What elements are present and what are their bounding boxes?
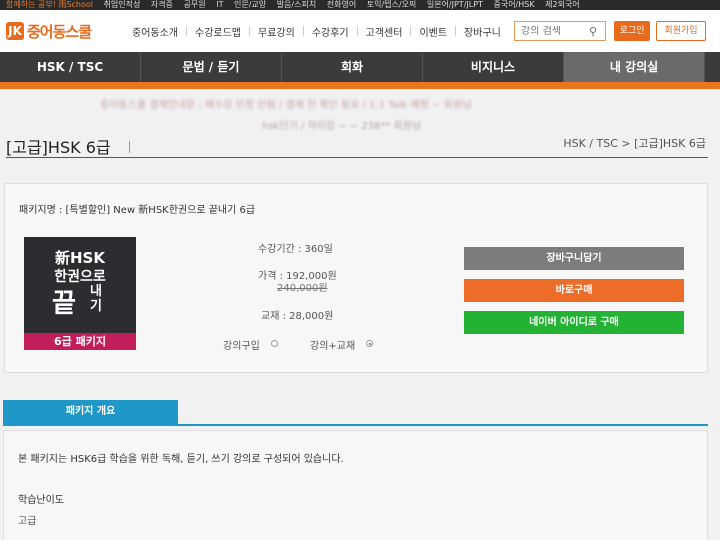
- topbar-item-it[interactable]: IT: [216, 0, 223, 9]
- textbook-price: 교재 : 28,000원: [261, 311, 334, 322]
- notice-line: hsk단기 / 하이킹 ~ ~ 238** 회원님: [262, 121, 422, 132]
- option-lecture-textbook-radio[interactable]: [366, 340, 373, 347]
- topbar-item-phone-english[interactable]: 전화영어: [327, 0, 356, 9]
- overview-underline: [3, 424, 708, 426]
- book-badge: 6급 패키지: [24, 333, 136, 350]
- naver-buy-button[interactable]: 네이버 아이디로 구매: [464, 311, 684, 334]
- notice-line: 중어동스쿨 결제안내문 : 재수강 인정 안됨 / 결제 전 확인 필요 / 1…: [100, 100, 472, 111]
- global-nav: 중어동소개 수강로드맵 무료강의 수강후기 고객센터 이벤트 장바구니: [124, 24, 509, 39]
- topbar-item-home[interactable]: 함께하는 공부! 雨School: [6, 0, 93, 9]
- topbar-item-humanities[interactable]: 인문/교양: [234, 0, 266, 9]
- gnb-item-cart[interactable]: 장바구니: [456, 24, 509, 39]
- option-lecture-label: 강의구입: [223, 341, 260, 352]
- course-period: 수강기간 : 360일: [258, 244, 333, 255]
- option-lecture-radio[interactable]: [271, 340, 278, 347]
- book-title-big: 끝: [52, 289, 76, 319]
- level-heading: 학습난이도: [18, 495, 64, 506]
- overview-tab[interactable]: 패키지 개요: [3, 400, 178, 424]
- overview-description: 본 패키지는 HSK6급 학습을 위한 독해, 듣기, 쓰기 강의로 구성되어 …: [18, 454, 344, 465]
- logo-text: 중어동스쿨: [27, 22, 92, 41]
- tab-business[interactable]: 비지니스: [423, 52, 564, 82]
- tab-my-classroom[interactable]: 내 강의실: [564, 52, 705, 82]
- add-to-cart-button[interactable]: 장바구니담기: [464, 247, 684, 270]
- package-name: 패키지명 : [특별할인] New 新HSK한권으로 끝내기 6급: [19, 205, 256, 216]
- gnb-item-reviews[interactable]: 수강후기: [304, 24, 357, 39]
- level-value: 고급: [18, 516, 37, 527]
- site-header: JK 중어동스쿨 중어동소개 수강로드맵 무료강의 수강후기 고객센터 이벤트 …: [0, 10, 720, 52]
- book-cover-image: 新HSK 한권으로 끝 내기 6급 패키지: [24, 237, 136, 350]
- search-box: ⚲: [514, 21, 606, 41]
- gnb-item-about[interactable]: 중어동소개: [124, 24, 186, 39]
- gnb-item-event[interactable]: 이벤트: [411, 24, 455, 39]
- book-title-small: 내기: [90, 284, 102, 314]
- breadcrumb: HSK / TSC > [고급]HSK 6급: [563, 137, 706, 150]
- top-utility-bar: 함께하는 공부! 雨School 취업인적성 자격증 공무원 IT 인문/교양 …: [0, 0, 720, 10]
- logo-mark-icon: JK: [6, 22, 24, 40]
- tab-conversation[interactable]: 회화: [282, 52, 423, 82]
- topbar-item-cert[interactable]: 자격증: [151, 0, 173, 9]
- page-title: [고급]HSK 6급: [6, 138, 111, 157]
- topbar-item-chinese[interactable]: 중국어/HSK: [493, 0, 534, 9]
- tab-grammar-listening[interactable]: 문법 / 듣기: [141, 52, 282, 82]
- tab-hsk-tsc[interactable]: HSK / TSC: [0, 52, 141, 82]
- main-nav: HSK / TSC 문법 / 듣기 회화 비지니스 내 강의실: [0, 52, 720, 82]
- topbar-item-japanese[interactable]: 일본어/JPT/JLPT: [427, 0, 483, 9]
- search-input[interactable]: [521, 25, 583, 37]
- search-icon[interactable]: ⚲: [583, 25, 603, 38]
- site-logo[interactable]: JK 중어동스쿨: [6, 21, 124, 42]
- gnb-item-free-lecture[interactable]: 무료강의: [250, 24, 303, 39]
- buy-now-button[interactable]: 바로구매: [464, 279, 684, 302]
- package-box: 패키지명 : [특별할인] New 新HSK한권으로 끝내기 6급 新HSK 한…: [4, 183, 708, 373]
- original-price: 240,000원: [277, 283, 328, 294]
- topbar-item-civil[interactable]: 공무원: [184, 0, 206, 9]
- login-button[interactable]: 로그인: [614, 21, 650, 41]
- title-divider: [129, 141, 130, 153]
- book-title-line1: 新HSK: [55, 249, 105, 267]
- gnb-item-support[interactable]: 고객센터: [358, 24, 411, 39]
- nav-accent-line: [0, 82, 720, 89]
- signup-button[interactable]: 회원가입: [656, 21, 706, 41]
- topbar-item-other-lang[interactable]: 제2외국어: [545, 0, 580, 9]
- title-underline: [6, 157, 708, 158]
- overview-content: 본 패키지는 HSK6급 학습을 위한 독해, 듣기, 쓰기 강의로 구성되어 …: [3, 430, 708, 540]
- topbar-item-toeic[interactable]: 토익/텝스/오픽: [367, 0, 417, 9]
- gnb-item-roadmap[interactable]: 수강로드맵: [187, 24, 249, 39]
- book-title-line2: 한권으로: [54, 269, 106, 285]
- option-lecture-textbook-label: 강의+교재: [310, 341, 356, 352]
- topbar-item-speech[interactable]: 발음/스피치: [277, 0, 317, 9]
- topbar-item-job[interactable]: 취업인적성: [104, 0, 141, 9]
